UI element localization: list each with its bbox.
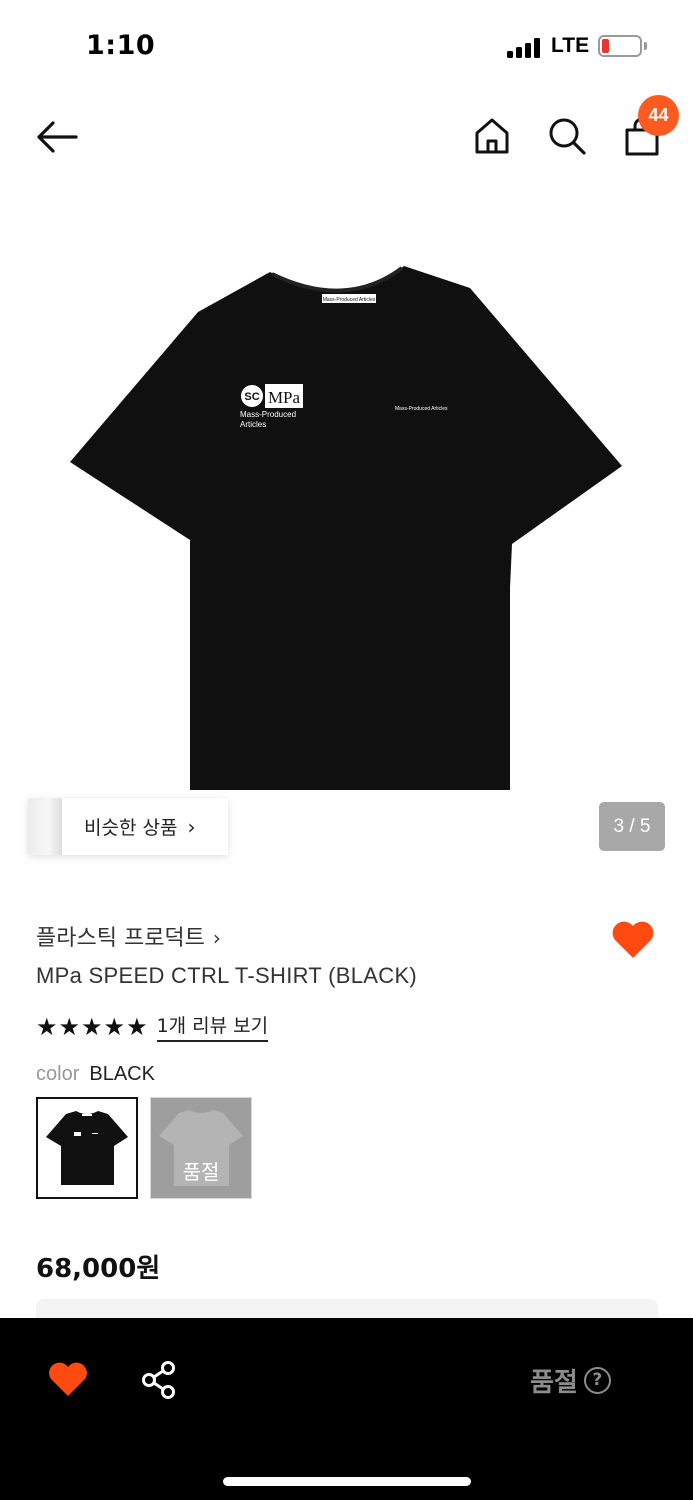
neck-label-text: Mass-Produced Articles	[323, 297, 376, 303]
color-label: color	[36, 1063, 80, 1085]
share-icon[interactable]	[140, 1360, 178, 1400]
similar-thumbnail	[28, 798, 62, 855]
color-value: BLACK	[89, 1063, 155, 1085]
soldout-status-label: 품절	[530, 1368, 578, 1398]
star-icon: ★	[126, 1012, 148, 1041]
soldout-status[interactable]: 품절 ?	[530, 1362, 611, 1399]
image-counter: 3 / 5	[599, 802, 665, 851]
status-bar: 1:10 LTE	[0, 0, 693, 90]
tshirt-shape	[70, 266, 622, 790]
print-brand-line1: Mass-Produced	[240, 410, 296, 419]
bottom-action-bar	[0, 1318, 693, 1500]
soldout-label: 품절	[182, 1160, 220, 1184]
color-row: color BLACK	[36, 1063, 155, 1086]
star-icon: ★	[103, 1012, 126, 1041]
nav-bar	[0, 90, 693, 190]
search-icon[interactable]	[547, 116, 587, 156]
heart-icon[interactable]	[47, 1360, 89, 1398]
color-option-black[interactable]	[36, 1097, 138, 1199]
cart-count-badge[interactable]: 44	[638, 95, 679, 136]
chevron-right-icon: ›	[187, 814, 196, 839]
product-title: MPa SPEED CTRL T-SHIRT (BLACK)	[36, 963, 418, 988]
rating-stars: ★ ★ ★ ★ ★	[36, 1013, 148, 1041]
review-link[interactable]: 1개 리뷰 보기	[156, 1011, 269, 1042]
home-icon[interactable]	[473, 116, 511, 156]
star-icon: ★	[81, 1012, 103, 1041]
similar-products-button[interactable]: 비슷한 상품 ›	[28, 798, 228, 855]
product-image[interactable]: Mass-Produced Articles SC MPa Mass-Produ…	[0, 200, 693, 860]
chevron-right-icon: ›	[212, 926, 221, 950]
color-option-gray[interactable]: 품절	[150, 1097, 252, 1199]
brand-link[interactable]: 플라스틱 프로덕트 ›	[36, 920, 221, 952]
home-indicator[interactable]	[223, 1477, 471, 1486]
signal-icon	[507, 38, 543, 58]
status-time: 1:10	[86, 30, 156, 61]
help-icon[interactable]: ?	[583, 1367, 611, 1394]
similar-products-label: 비슷한 상품	[84, 817, 178, 839]
rating-row: ★ ★ ★ ★ ★ 1개 리뷰 보기	[36, 1011, 269, 1042]
star-icon: ★	[58, 1012, 81, 1041]
chest-print-text: Mass-Produced Articles	[395, 406, 448, 412]
battery-cap	[644, 42, 647, 50]
svg-text:MPa: MPa	[268, 388, 301, 407]
arrow-left-icon[interactable]	[34, 118, 80, 156]
svg-text:SC: SC	[244, 391, 259, 403]
heart-icon[interactable]	[610, 918, 656, 960]
battery-icon	[598, 35, 642, 57]
black-tshirt-thumbnail	[46, 1111, 128, 1185]
network-type: LTE	[551, 34, 590, 57]
product-price: 68,000원	[36, 1254, 161, 1284]
print-brand-line2: Articles	[240, 420, 266, 429]
brand-name: 플라스틱 프로덕트	[36, 926, 205, 951]
star-icon: ★	[36, 1012, 58, 1041]
